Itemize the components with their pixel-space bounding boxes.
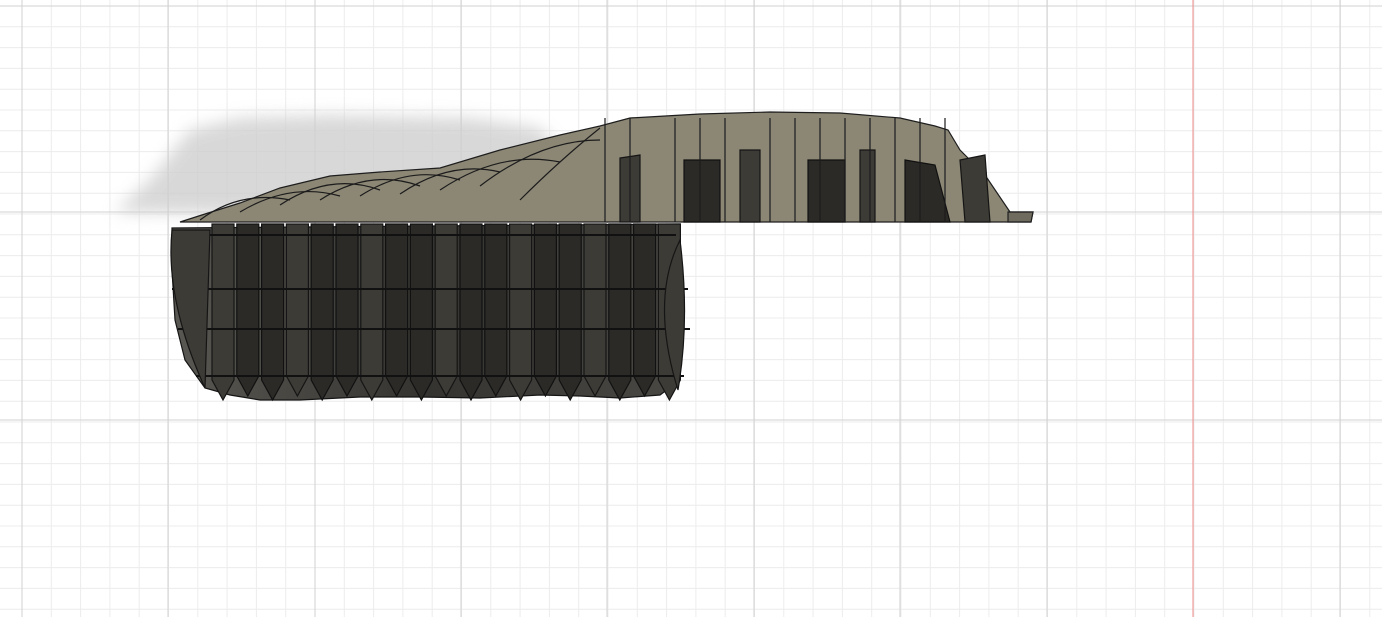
- hull-recess: [959, 154, 991, 223]
- underside-rib: [484, 223, 508, 398]
- underside-rib: [509, 223, 533, 402]
- hull-recess: [683, 159, 721, 223]
- tail-plate: [1007, 211, 1034, 223]
- underside-rib: [236, 223, 260, 398]
- underside-rib: [211, 223, 235, 402]
- underside-rib: [583, 223, 607, 398]
- underside-rib: [385, 223, 409, 398]
- underside-rib: [434, 223, 458, 398]
- underside-rib: [261, 223, 285, 402]
- underside-rib: [459, 223, 483, 402]
- underside-rib: [310, 223, 334, 402]
- hull-recess: [859, 149, 876, 223]
- underside-ribs: [211, 223, 682, 402]
- underside-structure[interactable]: [171, 223, 690, 402]
- underside-rib: [632, 223, 657, 398]
- underside-rib: [533, 223, 558, 398]
- canvas-viewport[interactable]: [0, 0, 1382, 617]
- 3d-model-view[interactable]: [0, 0, 1382, 617]
- underside-rib: [360, 223, 384, 402]
- hull-recess: [807, 159, 846, 223]
- hull-recess: [739, 149, 761, 223]
- underside-rib: [335, 223, 359, 398]
- underside-rib: [409, 223, 433, 402]
- underside-rib: [608, 223, 632, 402]
- underside-rib: [558, 223, 582, 402]
- underside-rib: [285, 223, 309, 398]
